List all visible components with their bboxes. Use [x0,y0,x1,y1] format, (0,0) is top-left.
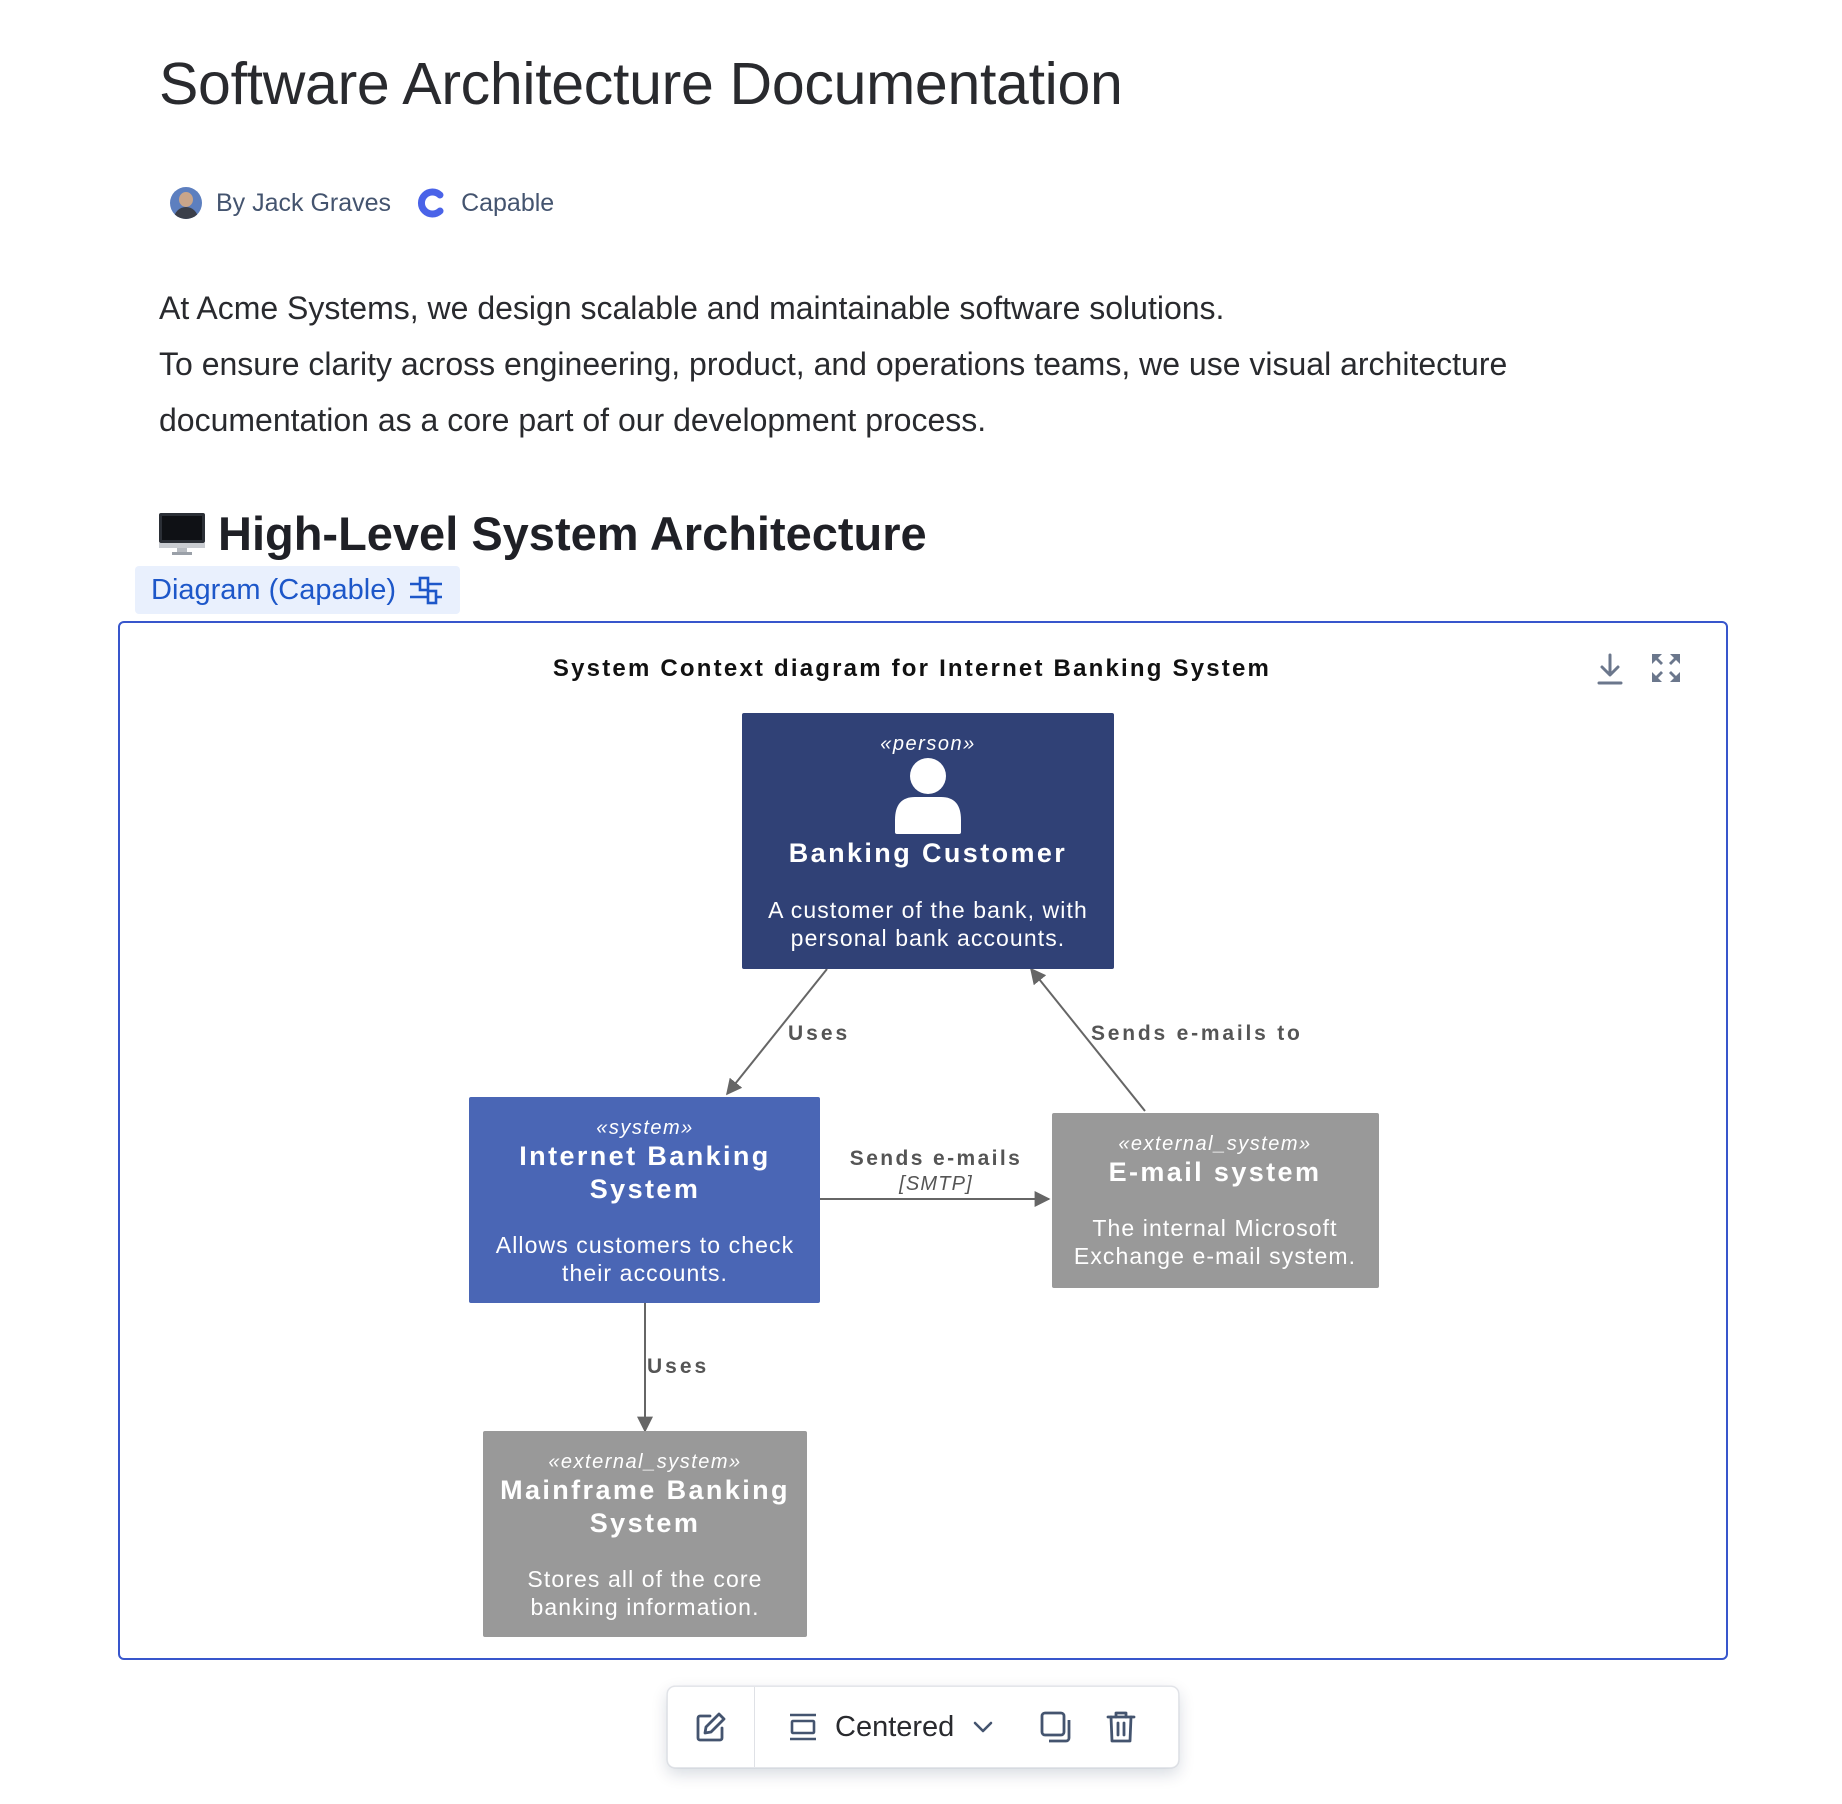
copy-button[interactable] [1026,1687,1086,1767]
layout-centered-icon [790,1713,816,1741]
node-stereotype: «system» [596,1117,694,1139]
diagram-title: System Context diagram for Internet Bank… [553,655,1271,682]
node-internet-banking-system[interactable]: «system» Internet Banking System Allows … [469,1097,820,1303]
node-description-line: personal bank accounts. [791,925,1066,951]
node-description-line: Exchange e-mail system. [1074,1243,1356,1269]
delete-button[interactable] [1086,1687,1156,1767]
edit-icon [696,1712,726,1742]
system-context-diagram: System Context diagram for Internet Bank… [469,655,1379,1637]
node-mainframe-banking-system[interactable]: «external_system» Mainframe Banking Syst… [483,1431,807,1637]
node-stereotype: «person» [880,733,975,755]
node-stereotype: «external_system» [1118,1133,1311,1155]
edge-label-customer-uses: Uses [788,1022,850,1045]
edge-label-ibs-uses: Uses [647,1355,709,1378]
download-icon[interactable] [1596,652,1624,686]
node-description-line: A customer of the bank, with [768,897,1088,923]
chevron-down-icon [974,1721,993,1733]
copy-icon [1040,1711,1071,1743]
diagram-tools [1596,652,1682,686]
edge-label-ibs-sends-tech: [SMTP] [898,1173,973,1195]
node-name: Banking Customer [789,838,1067,868]
floating-toolbar: Centered [667,1686,1179,1768]
node-name-line: System [590,1508,700,1538]
edit-button[interactable] [668,1687,754,1767]
node-name-line: Mainframe Banking [500,1475,790,1505]
node-description-line: Allows customers to check [496,1232,794,1258]
node-description-line: banking information. [530,1594,759,1620]
edge-label-email-sends: Sends e-mails to [1091,1022,1303,1045]
node-name: E-mail system [1109,1157,1322,1187]
node-description-line: their accounts. [562,1260,728,1286]
layout-dropdown[interactable]: Centered [755,1687,1018,1767]
node-stereotype: «external_system» [548,1451,741,1473]
node-description-line: Stores all of the core [527,1566,762,1592]
node-name-line: System [590,1174,700,1204]
node-email-system[interactable]: «external_system» E-mail system The inte… [1052,1113,1379,1288]
edge-label-ibs-sends: Sends e-mails [850,1147,1022,1170]
node-description-line: The internal Microsoft [1092,1215,1337,1241]
node-banking-customer[interactable]: «person» Banking Customer A customer of … [742,713,1114,969]
node-name-line: Internet Banking [519,1141,770,1171]
fullscreen-icon[interactable] [1650,652,1682,684]
layout-label: Centered [835,1710,955,1743]
delete-icon [1106,1711,1136,1743]
